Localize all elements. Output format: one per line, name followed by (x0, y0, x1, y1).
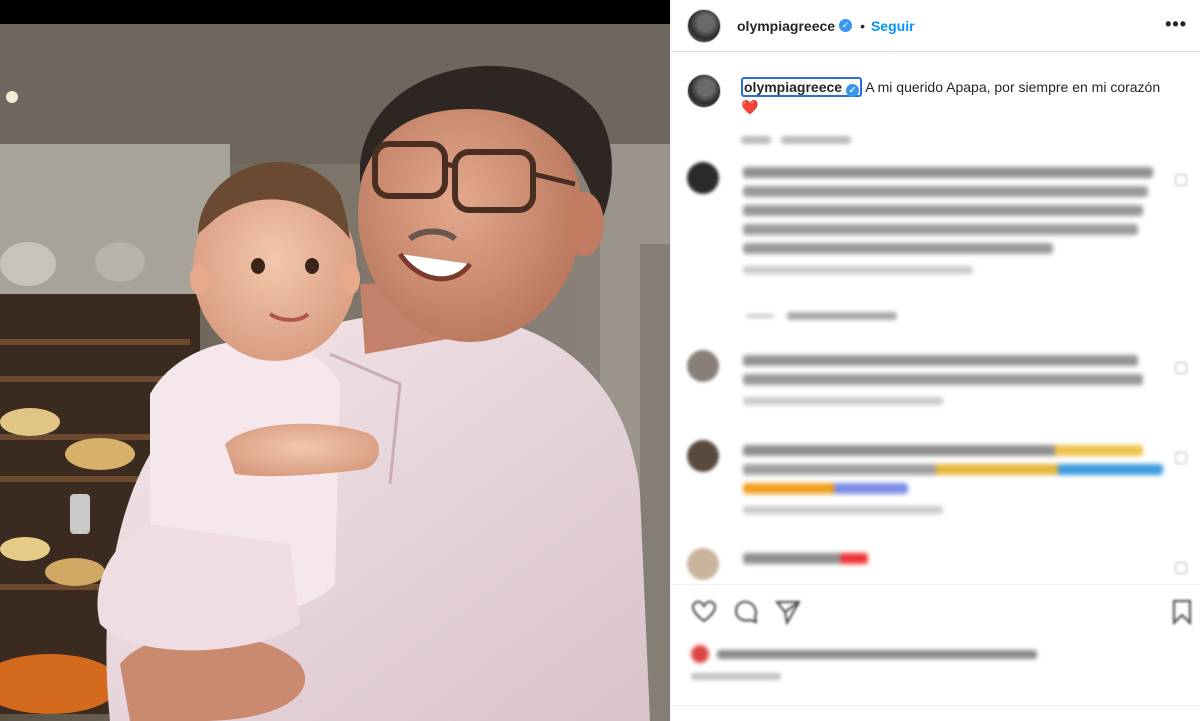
comment-item (687, 548, 1187, 580)
comment-like-icon[interactable] (1175, 562, 1187, 574)
caption-body: olympiagreece ✓ A mi querido Apapa, por s… (741, 77, 1161, 151)
more-options-icon[interactable]: ••• (1165, 14, 1187, 35)
comment-body-blurred (743, 548, 1163, 580)
media-top-bar (0, 0, 670, 24)
heart-emoji: ❤️ (741, 99, 759, 115)
comment-meta (743, 266, 973, 274)
commenter-avatar[interactable] (687, 162, 719, 194)
caption-text: A mi querido Apapa, por siempre en mi co… (865, 79, 1161, 95)
commenter-avatar[interactable] (687, 350, 719, 382)
post-caption: olympiagreece ✓ A mi querido Apapa, por s… (671, 60, 1200, 151)
paper-plane-icon[interactable] (775, 599, 801, 625)
post-photo[interactable] (0, 24, 670, 721)
header-separator: • (860, 17, 865, 34)
comment-body-blurred (743, 440, 1163, 514)
bookmark-icon[interactable] (1169, 599, 1195, 625)
comment-item (687, 162, 1187, 274)
comment-like-icon[interactable] (1175, 174, 1187, 186)
caption-avatar[interactable] (687, 74, 721, 108)
comment-body-blurred (743, 162, 1163, 274)
view-replies-link[interactable] (747, 312, 897, 320)
likes-summary-blurred[interactable] (691, 645, 1037, 663)
author-avatar[interactable] (687, 8, 721, 43)
post-header: olympiagreece ✓ • Seguir ••• (671, 0, 1200, 52)
caption-meta-blurred (741, 131, 1161, 151)
heart-outline-icon[interactable] (691, 599, 717, 625)
follow-button[interactable]: Seguir (871, 18, 915, 34)
add-comment-area[interactable] (671, 705, 1200, 721)
post-media[interactable] (0, 0, 670, 721)
post-date-blurred (691, 673, 781, 680)
comment-bubble-icon[interactable] (733, 599, 759, 625)
comment-item (687, 440, 1187, 514)
post-side-panel: olympiagreece ✓ • Seguir ••• olympiagree… (670, 0, 1200, 721)
comment-meta (743, 397, 943, 405)
comment-like-icon[interactable] (1175, 362, 1187, 374)
caption-username[interactable]: olympiagreece ✓ (741, 77, 863, 97)
comment-like-icon[interactable] (1175, 452, 1187, 464)
commenter-avatar[interactable] (687, 440, 719, 472)
verified-badge-icon: ✓ (839, 19, 853, 32)
comment-item (687, 350, 1187, 405)
comment-body-blurred (743, 350, 1163, 405)
photo-illustration (0, 24, 670, 721)
author-username[interactable]: olympiagreece (737, 18, 835, 34)
verified-badge-icon: ✓ (846, 84, 860, 97)
comment-meta (743, 506, 943, 514)
commenter-avatar[interactable] (687, 548, 719, 580)
post-action-bar (671, 584, 1200, 721)
